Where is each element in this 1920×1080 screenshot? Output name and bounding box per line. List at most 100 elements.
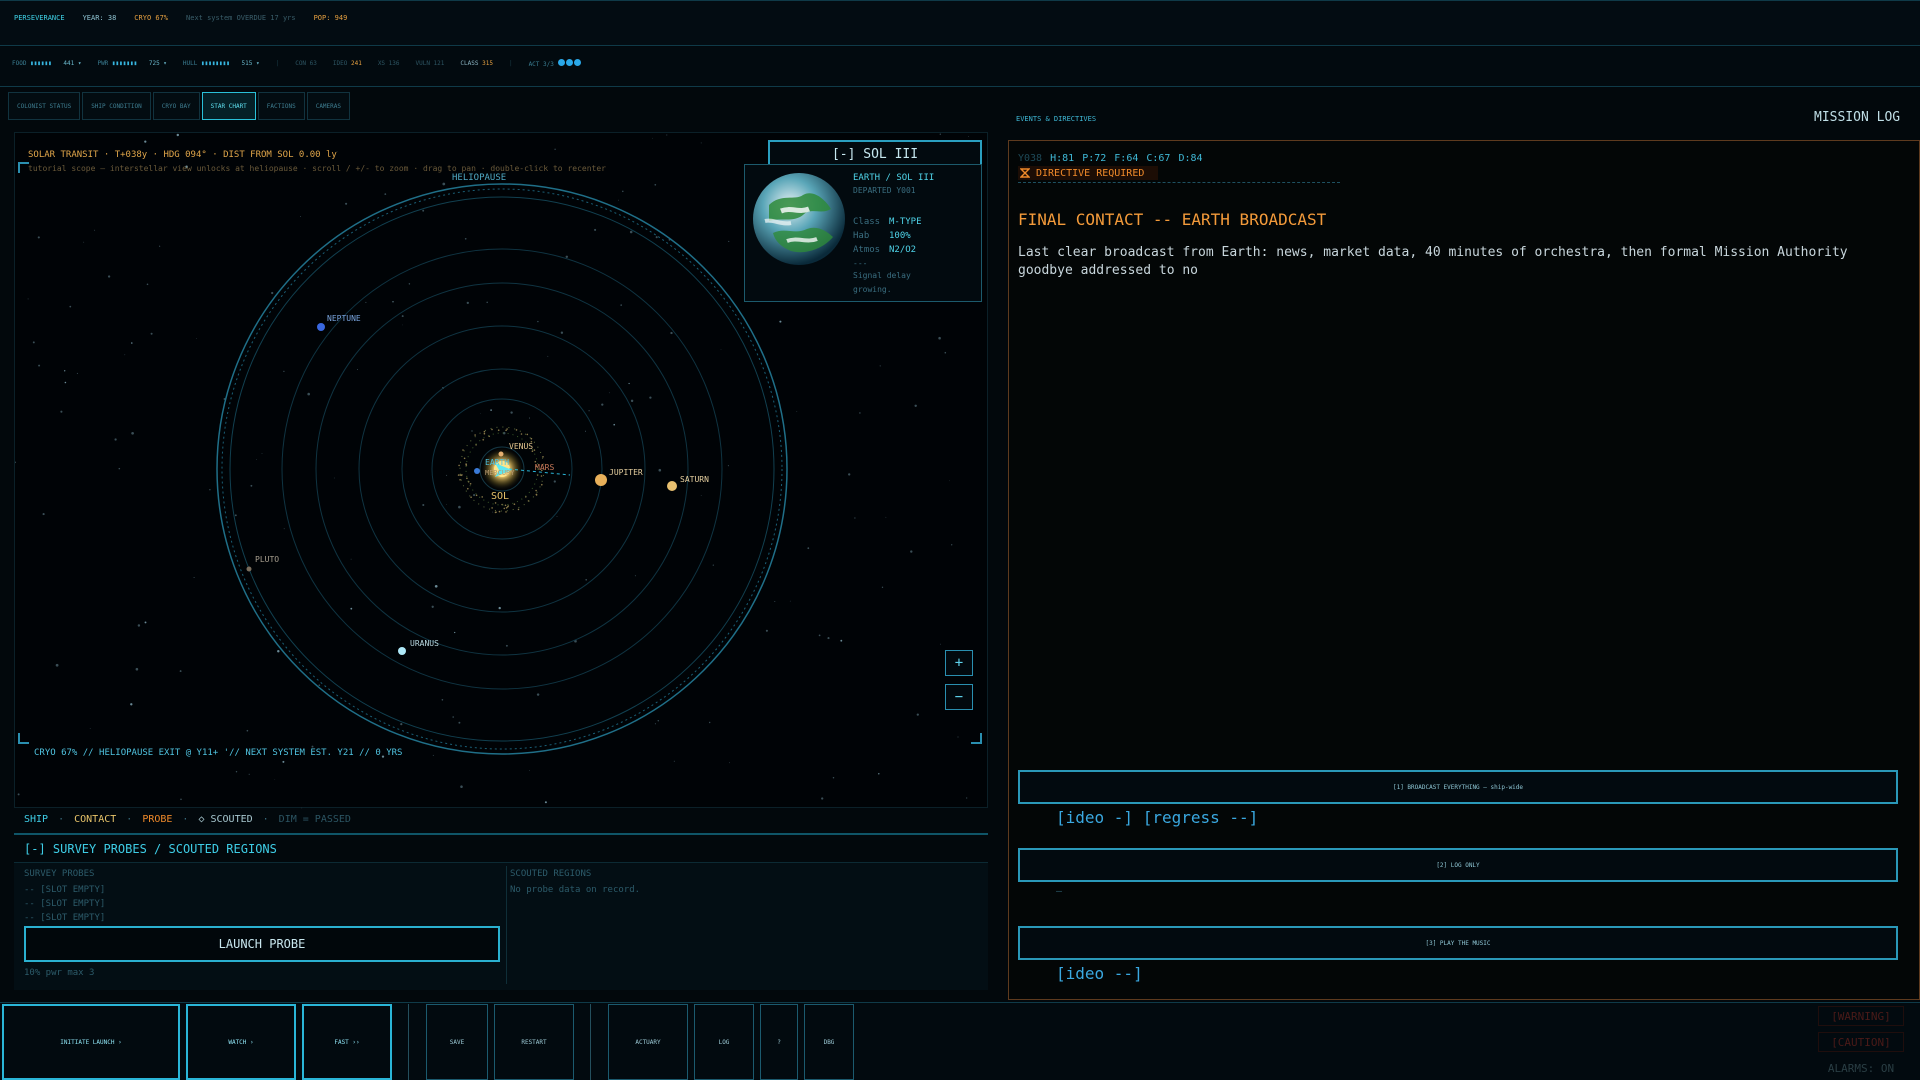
background-star (774, 600, 776, 603)
background-star (832, 777, 835, 779)
planet-info-card: EARTH / SOL III DEPARTED Y001 Class M-TYP… (744, 164, 982, 302)
background-star (498, 606, 501, 610)
background-star (528, 417, 530, 419)
tab-ship-condition[interactable]: SHIP CONDITION (82, 92, 151, 120)
save-button[interactable]: SAVE (426, 1004, 488, 1080)
probes-section-toggle[interactable]: [-] SURVEY PROBES / SCOUTED REGIONS (24, 842, 277, 856)
background-star (480, 412, 481, 414)
background-star (256, 459, 257, 460)
background-star (350, 558, 352, 560)
option-broadcast-everything-button[interactable]: [1] BROADCAST EVERYTHING — ship-wide (1018, 770, 1898, 804)
background-star (505, 644, 508, 647)
background-star (124, 354, 126, 356)
legend-dim: DIM = PASSED (278, 814, 351, 825)
background-star (209, 489, 211, 491)
background-star (727, 465, 729, 467)
zoom-in-button[interactable]: + (945, 650, 973, 676)
watch-button[interactable]: WATCH › (186, 1004, 296, 1080)
probe-slot-list: -- [SLOT EMPTY] -- [SLOT EMPTY] -- [SLOT… (24, 883, 105, 925)
background-star (400, 723, 403, 726)
background-star (608, 392, 610, 394)
background-star (466, 301, 469, 305)
asteroid-belt-dot (457, 474, 460, 476)
jupiter-label: JUPITER (609, 468, 643, 477)
ship-name: PERSEVERANCE (14, 14, 65, 22)
background-star (796, 411, 798, 412)
background-star (180, 798, 182, 801)
log-button[interactable]: LOG (694, 1004, 754, 1080)
background-star (144, 621, 147, 624)
background-star (333, 477, 335, 479)
background-star (144, 140, 147, 143)
tab-cameras[interactable]: CAMERAS (306, 92, 350, 120)
background-star (137, 624, 141, 627)
background-star (658, 468, 662, 472)
uranus-body[interactable] (398, 647, 406, 655)
tab-factions[interactable]: FACTIONS (257, 92, 305, 120)
planet-card-header[interactable]: [-] SOL III (768, 140, 982, 166)
background-star (709, 721, 711, 724)
background-star (471, 430, 473, 432)
background-star (283, 370, 285, 373)
background-star (914, 404, 917, 408)
background-star (620, 304, 622, 306)
background-star (37, 236, 40, 239)
background-star (700, 142, 702, 144)
alarms-toggle[interactable]: ALARMS: ON (1818, 1058, 1904, 1078)
action-points: ACT 3/3 (529, 59, 582, 68)
planet-hab-row: Hab 100% (853, 231, 911, 241)
venus-body[interactable] (498, 451, 504, 457)
background-star (283, 528, 285, 530)
survey-probes-heading: SURVEY PROBES (24, 869, 95, 879)
background-star (196, 338, 197, 339)
background-star (69, 305, 72, 308)
background-star (490, 409, 492, 411)
background-star (357, 369, 358, 370)
tutorial-hint: tutorial scope — interstellar view unloc… (28, 164, 606, 173)
warning-indicator: [WARNING] (1818, 1006, 1904, 1026)
asteroid-belt-dot (540, 475, 543, 477)
mercury-body[interactable] (474, 468, 480, 474)
background-star (130, 703, 133, 706)
restart-button[interactable]: RESTART (494, 1004, 574, 1080)
jupiter-body[interactable] (595, 474, 607, 486)
asteroid-belt-dot (506, 428, 508, 430)
tab-cryo-bay[interactable]: CRYO BAY (152, 92, 200, 120)
asteroid-belt-dot (535, 489, 537, 492)
background-star (441, 699, 444, 701)
neptune-body[interactable] (317, 323, 325, 331)
background-star (622, 190, 624, 193)
background-star (76, 372, 78, 374)
background-star (131, 431, 134, 435)
background-star (64, 370, 66, 372)
saturn-body[interactable] (667, 481, 677, 491)
planet-note-line1: Signal delay (853, 271, 911, 280)
asteroid-belt-dot (465, 464, 468, 466)
background-star (585, 578, 588, 581)
tab-colonist-status[interactable]: COLONIST STATUS (8, 92, 81, 120)
debug-button[interactable]: DBG (804, 1004, 854, 1080)
background-star (854, 517, 856, 519)
pluto-body[interactable] (246, 566, 252, 572)
venus-label: VENUS (509, 442, 533, 451)
asteroid-belt-dot (494, 502, 497, 504)
background-star (634, 575, 636, 577)
initiate-launch-button[interactable]: INITIATE LAUNCH › (2, 1004, 180, 1080)
background-star (951, 544, 953, 546)
stat-d: D:84 (1178, 153, 1203, 164)
tab-star-chart[interactable]: STAR CHART (201, 92, 256, 120)
mission-log-title[interactable]: MISSION LOG (1814, 110, 1900, 125)
help-button[interactable]: ? (760, 1004, 798, 1080)
option-play-music-button[interactable]: [3] PLAY THE MUSIC (1018, 926, 1898, 960)
asteroid-belt-dot (475, 494, 478, 497)
background-star (458, 505, 461, 509)
launch-probe-button[interactable]: LAUNCH PROBE (24, 926, 500, 962)
background-star (765, 629, 768, 632)
option-log-only-button[interactable]: [2] LOG ONLY (1018, 848, 1898, 882)
fast-button[interactable]: FAST ›› (302, 1004, 392, 1080)
zoom-out-button[interactable]: − (945, 684, 973, 710)
actuary-button[interactable]: ACTUARY (608, 1004, 688, 1080)
scouted-regions-empty: No probe data on record. (510, 885, 641, 895)
background-star (17, 793, 20, 796)
legend-scouted: ◇ SCOUTED (198, 814, 253, 825)
